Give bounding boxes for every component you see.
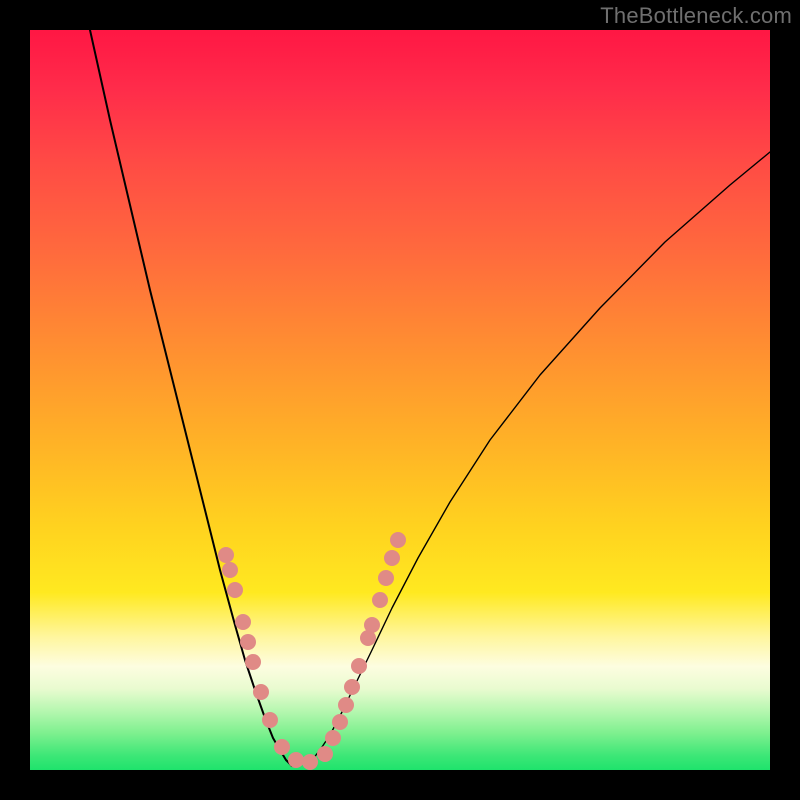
scatter-dot [274, 739, 290, 755]
scatter-dot [218, 547, 234, 563]
chart-svg [30, 30, 770, 770]
scatter-dot [227, 582, 243, 598]
scatter-dot [390, 532, 406, 548]
scatter-dot [364, 617, 380, 633]
scatter-dot [351, 658, 367, 674]
scatter-dot [262, 712, 278, 728]
scatter-dot [288, 752, 304, 768]
scatter-dots [218, 532, 406, 770]
scatter-dot [325, 730, 341, 746]
scatter-dot [317, 746, 333, 762]
scatter-dot [253, 684, 269, 700]
chart-area [30, 30, 770, 770]
scatter-dot [222, 562, 238, 578]
watermark-text: TheBottleneck.com [600, 3, 792, 29]
scatter-dot [245, 654, 261, 670]
curve-left-branch [90, 30, 292, 766]
scatter-dot [302, 754, 318, 770]
scatter-dot [372, 592, 388, 608]
scatter-dot [344, 679, 360, 695]
scatter-dot [240, 634, 256, 650]
curve-right-branch [305, 152, 770, 766]
scatter-dot [384, 550, 400, 566]
scatter-dot [235, 614, 251, 630]
scatter-dot [378, 570, 394, 586]
scatter-dot [338, 697, 354, 713]
scatter-dot [332, 714, 348, 730]
